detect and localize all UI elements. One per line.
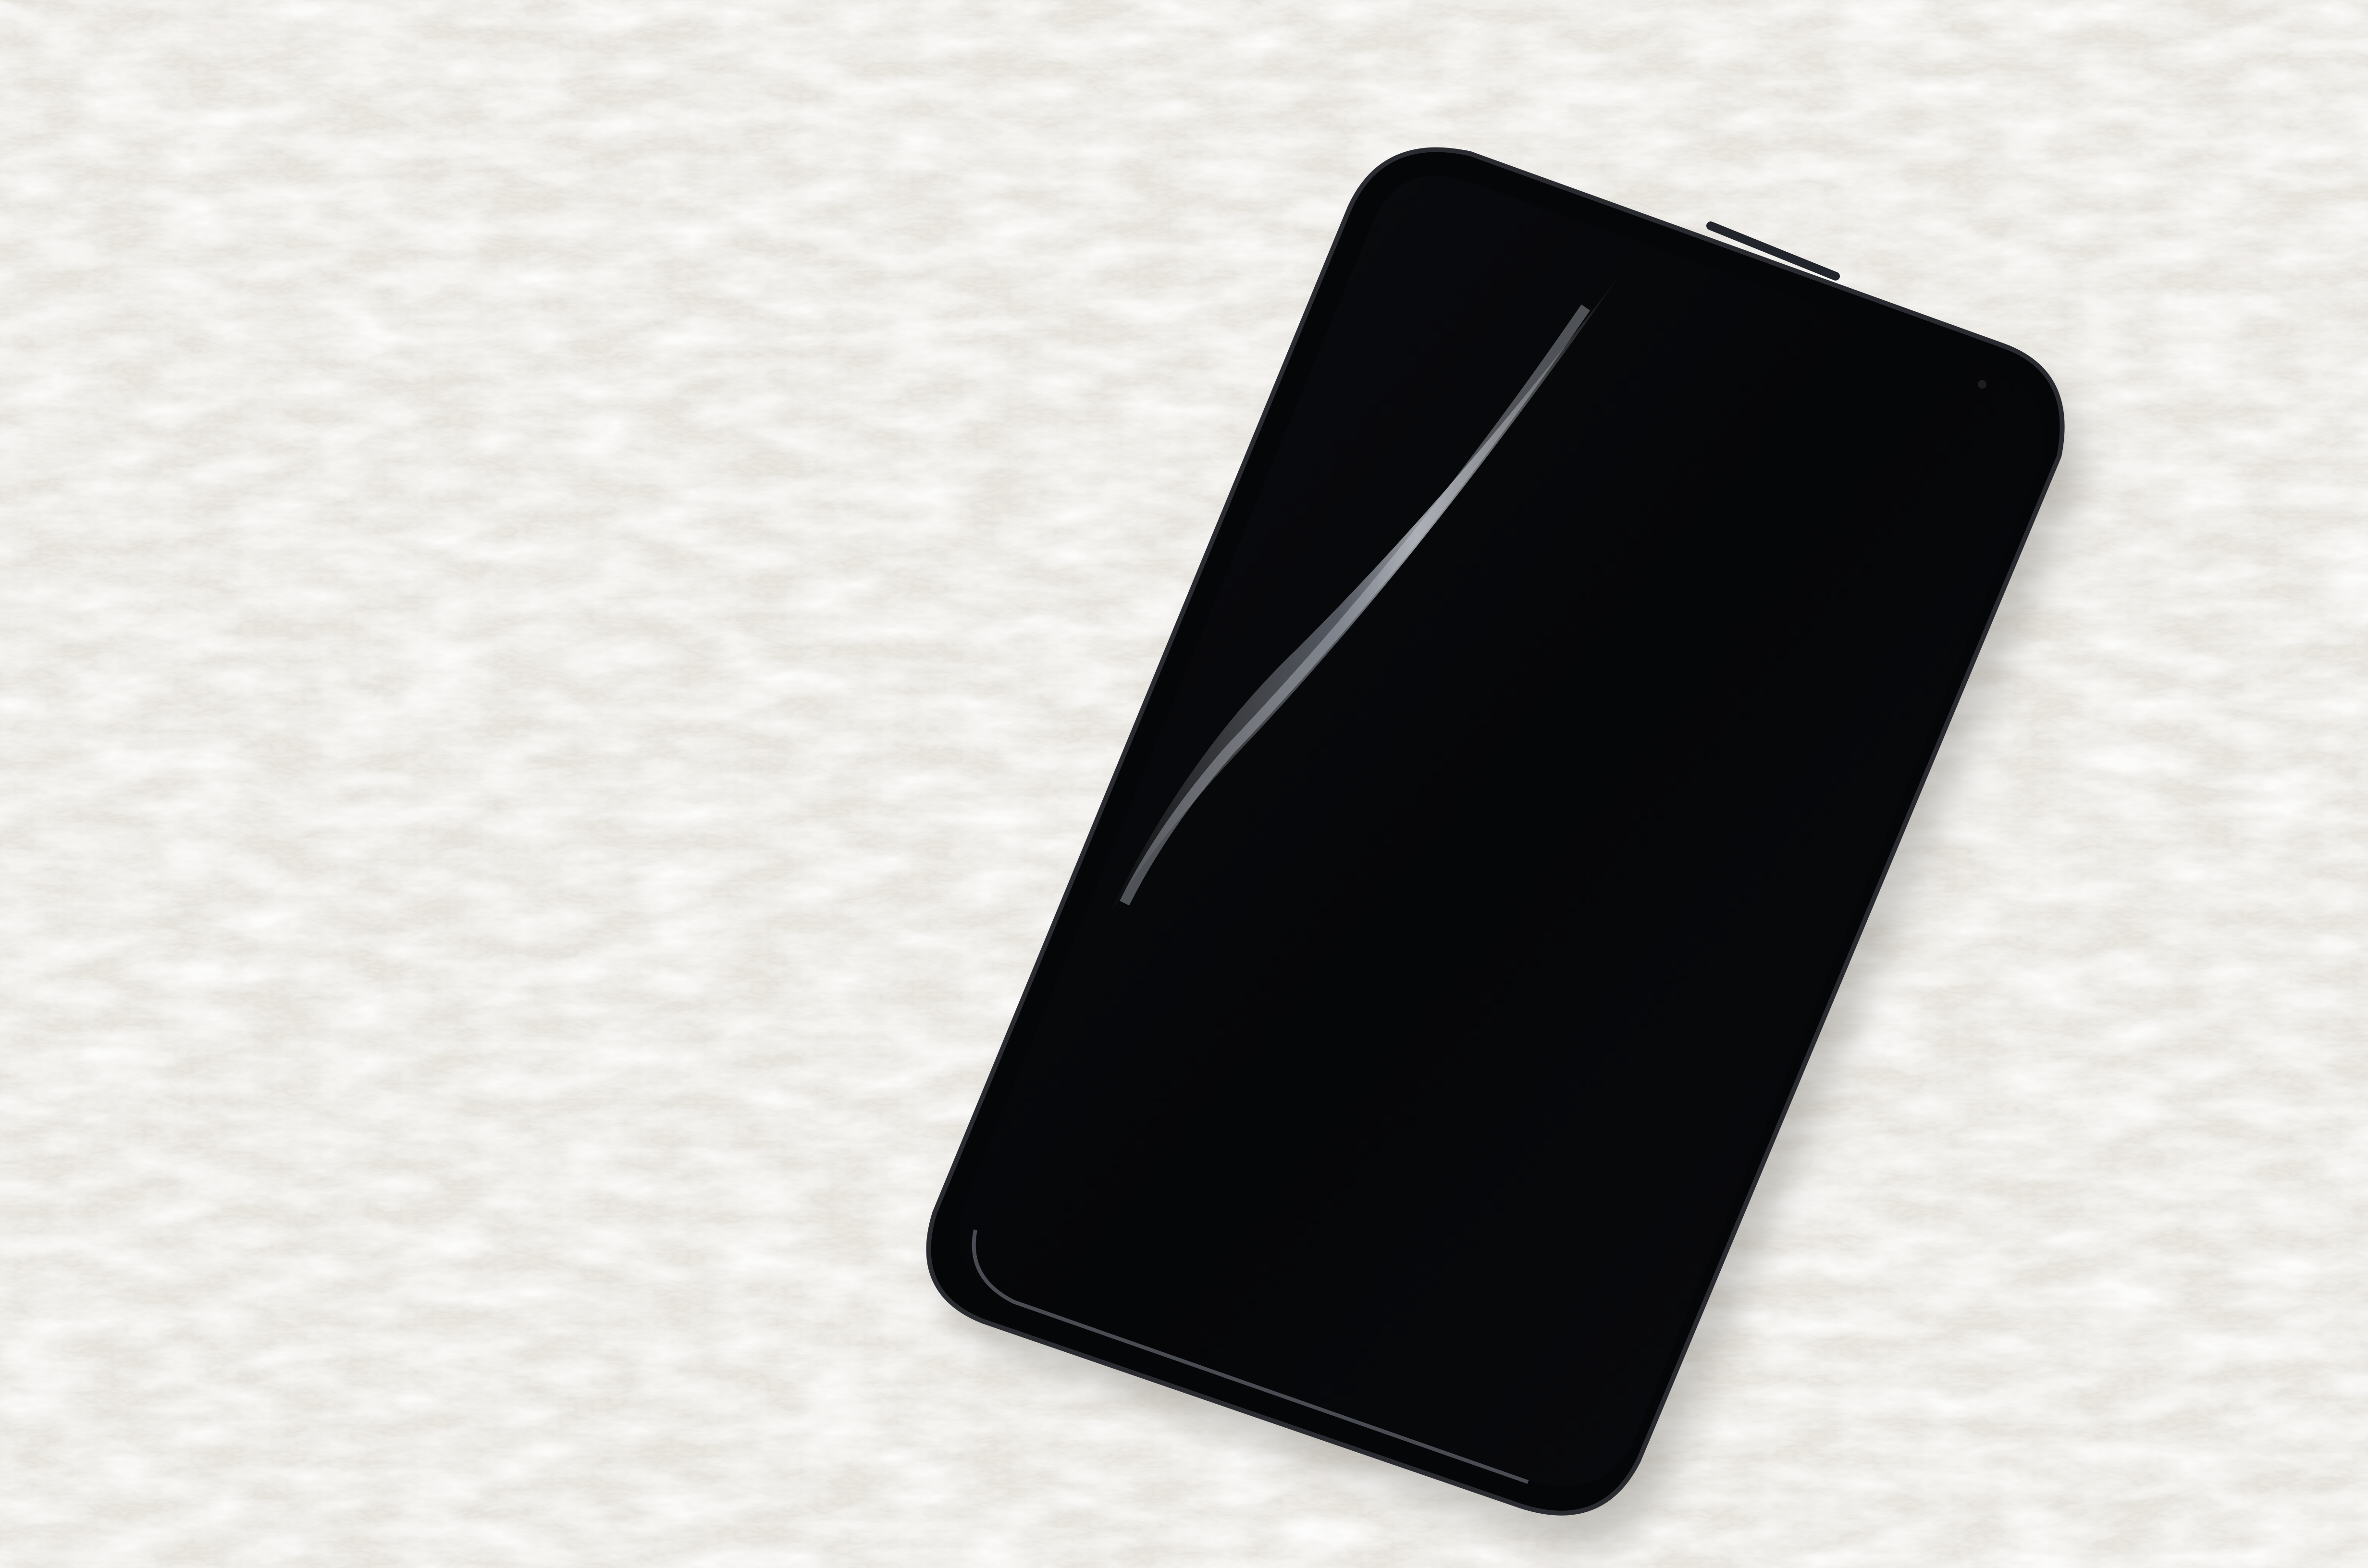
- front-camera-icon: [1978, 380, 1986, 389]
- photo-scene: [0, 0, 2368, 1568]
- photo-canvas: [0, 0, 2368, 1568]
